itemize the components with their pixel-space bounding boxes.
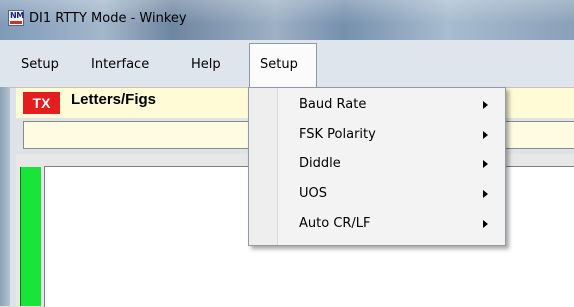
dropdown-item-label: Diddle: [299, 156, 341, 171]
chevron-right-icon: [483, 190, 488, 198]
chevron-right-icon: [483, 220, 488, 228]
title-bar[interactable]: NM DI1 RTTY Mode - Winkey: [0, 0, 574, 40]
window-title: DI1 RTTY Mode - Winkey: [29, 11, 187, 26]
dropdown-item-fsk-polarity[interactable]: FSK Polarity: [278, 123, 506, 147]
tx-indicator[interactable]: TX: [23, 92, 60, 114]
app-icon[interactable]: NM: [8, 10, 24, 26]
dropdown-item-baud-rate[interactable]: Baud Rate: [278, 93, 506, 117]
dropdown-item-auto-crlf[interactable]: Auto CR/LF: [278, 212, 506, 236]
signal-indicator-bar: [20, 167, 41, 306]
chevron-right-icon: [483, 101, 488, 109]
dropdown-icon-gutter: [249, 88, 278, 245]
window-left-edge: [0, 87, 10, 306]
dropdown-item-diddle[interactable]: Diddle: [278, 152, 506, 176]
setup-dropdown-menu: Baud Rate FSK Polarity Diddle UOS Auto C…: [248, 87, 506, 246]
menu-setup[interactable]: Setup: [21, 56, 59, 74]
dropdown-item-label: Baud Rate: [299, 97, 367, 112]
chevron-right-icon: [483, 160, 488, 168]
dropdown-item-uos[interactable]: UOS: [278, 182, 506, 206]
letters-figs-label: Letters/Figs: [71, 91, 157, 108]
menu-interface[interactable]: Interface: [91, 56, 149, 74]
dropdown-item-label: FSK Polarity: [299, 127, 376, 142]
menu-setup-open-label: Setup: [260, 57, 298, 72]
chevron-right-icon: [483, 131, 488, 139]
dropdown-item-label: Auto CR/LF: [299, 216, 371, 231]
menu-help[interactable]: Help: [191, 56, 221, 74]
nm-logo-glyph: NM: [10, 11, 24, 20]
menu-setup-open[interactable]: Setup: [249, 43, 317, 87]
logo-bar: [10, 21, 22, 24]
dropdown-item-label: UOS: [299, 186, 327, 201]
